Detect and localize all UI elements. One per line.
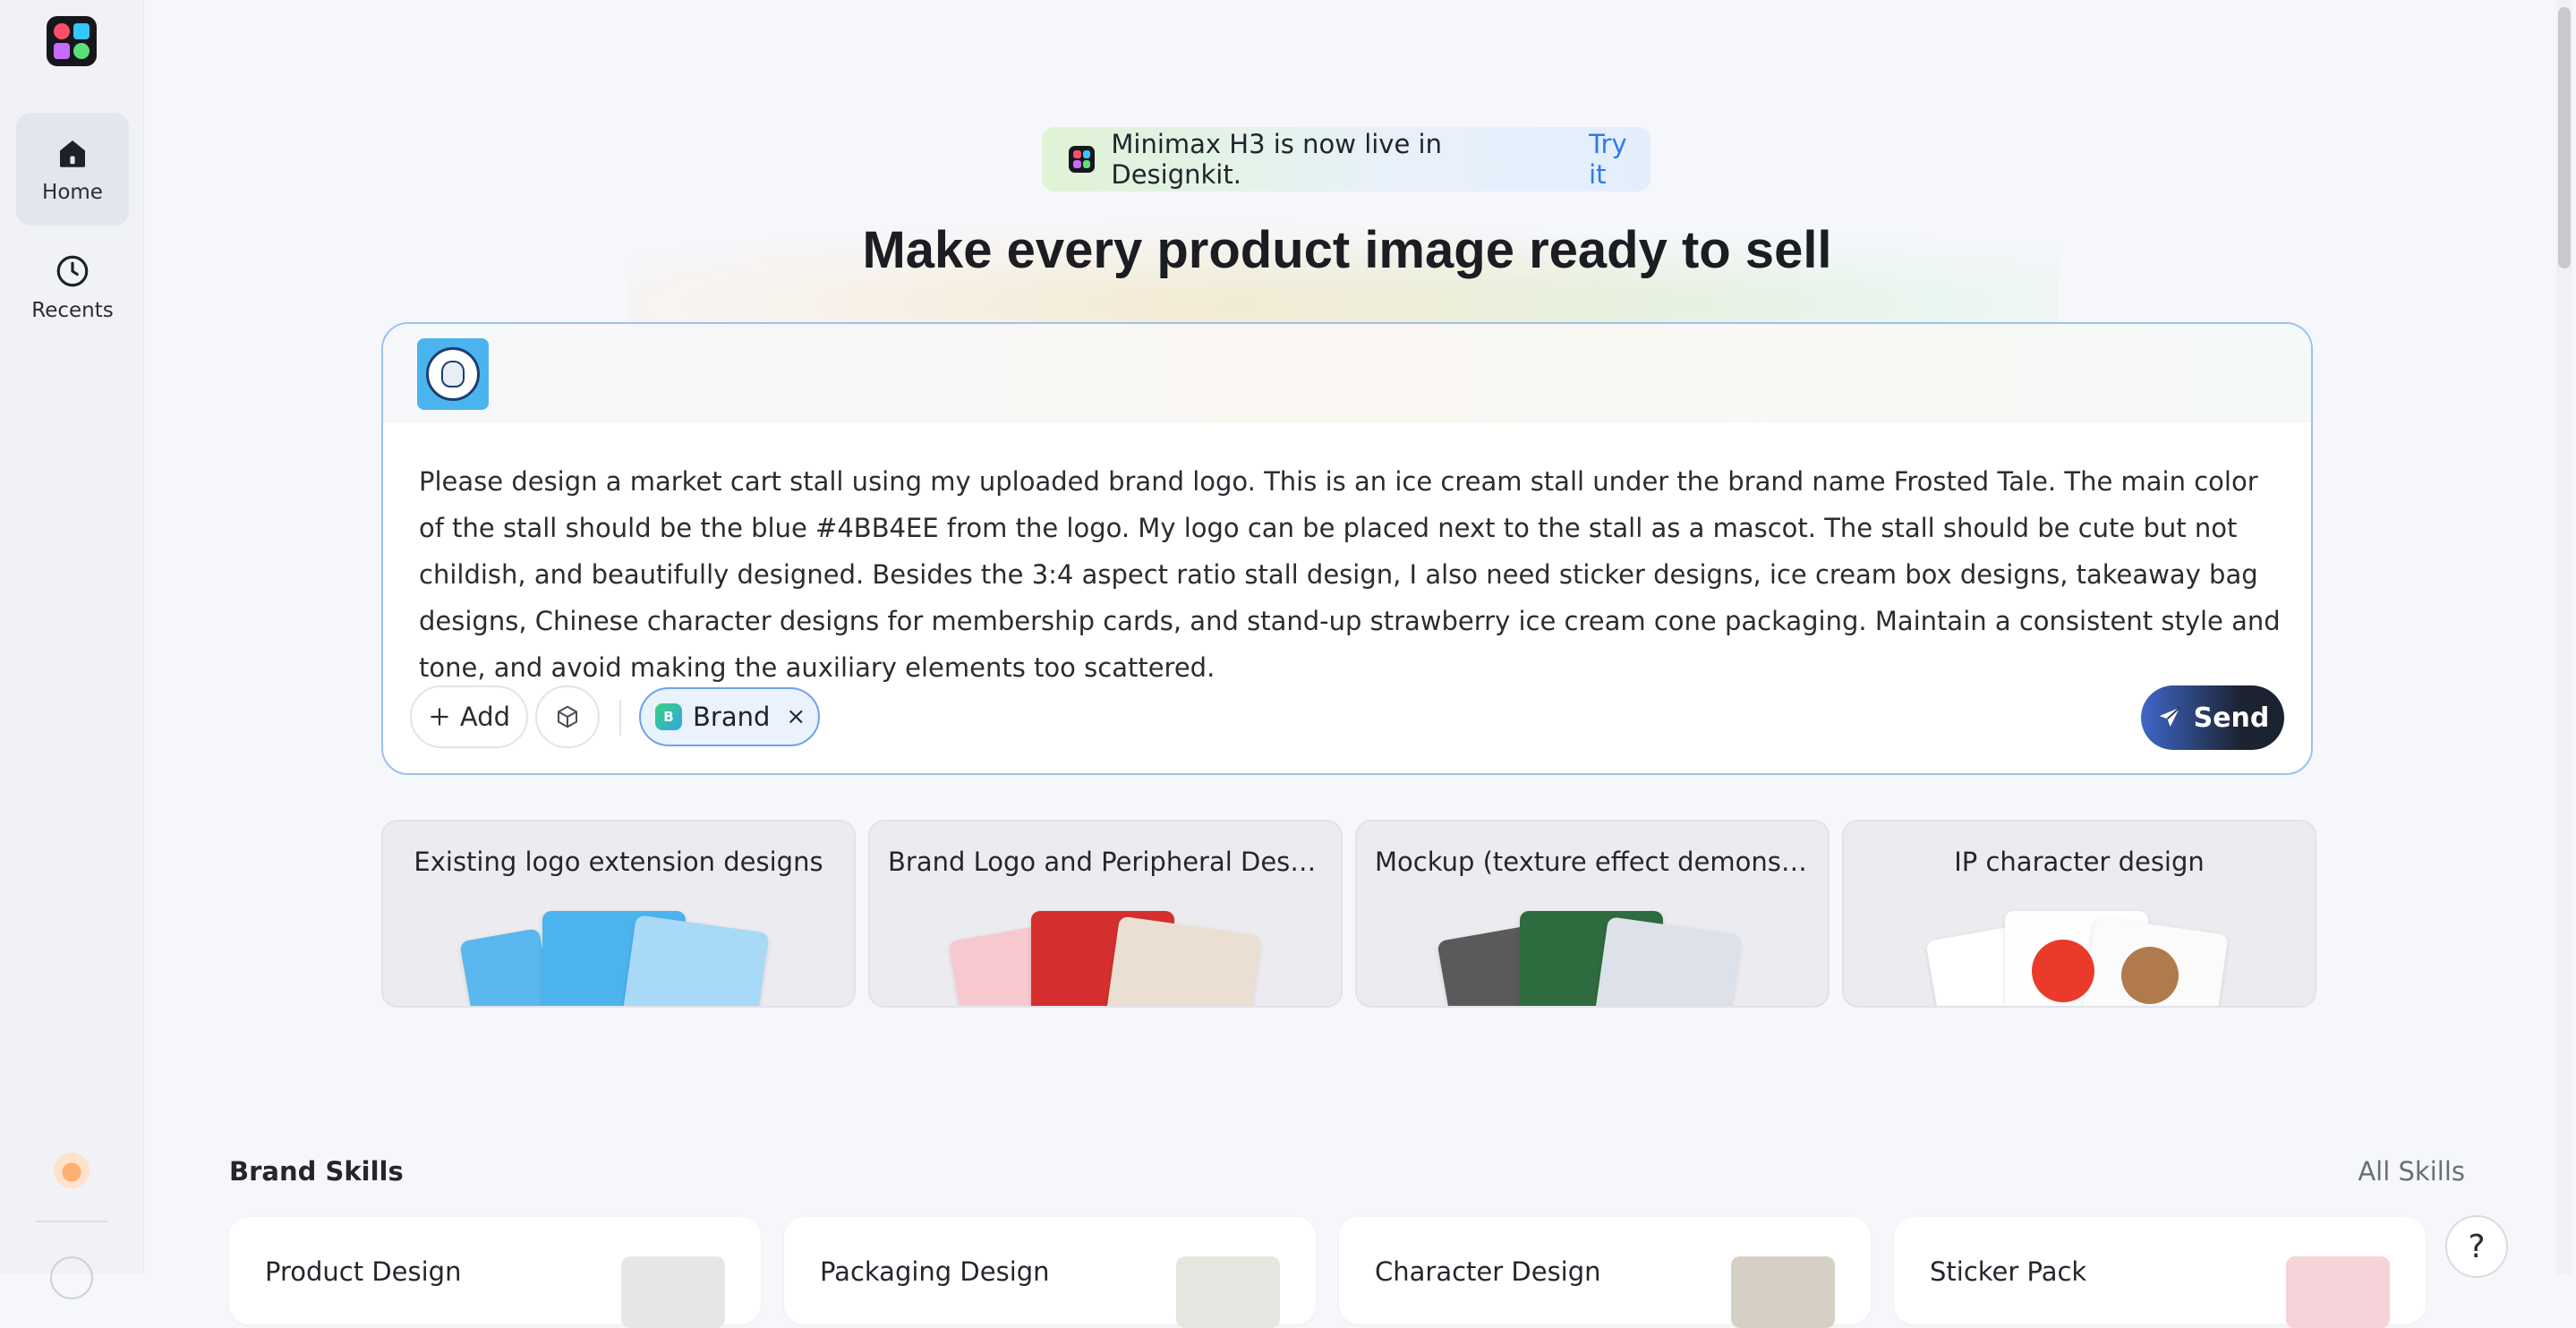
template-preview-image [2032,940,2094,1002]
template-preview-image [2121,947,2179,1004]
template-title: Existing logo extension designs [414,847,823,877]
send-button[interactable]: Send [2141,685,2284,750]
page-title: Make every product image ready to sell [862,221,1832,279]
model-button[interactable] [535,685,600,748]
template-card-brand-logo[interactable]: Brand Logo and Peripheral Design [868,820,1343,1008]
announcement-banner: Minimax H3 is now live in Designkit. Try… [1042,127,1651,192]
skill-card-packaging-design[interactable]: Packaging Design [784,1217,1316,1328]
all-skills-link[interactable]: All Skills [2358,1156,2465,1187]
attachment-strip [383,324,2311,422]
paper-plane-icon [2159,707,2180,727]
prompt-input[interactable]: Please design a market cart stall using … [419,458,2281,691]
sidebar-item-recents[interactable]: Recents [16,231,129,344]
designkit-logo-icon [1069,146,1096,173]
skill-name: Sticker Pack [1930,1256,2087,1287]
avatar[interactable] [50,1256,93,1299]
template-preview-image [1593,916,1742,1006]
prompt-composer: Please design a market cart stall using … [381,322,2313,775]
template-title: Mockup (texture effect demonstr... [1375,847,1825,877]
template-title: IP character design [1954,847,2205,877]
brand-chip-label: Brand [693,702,771,732]
add-label: Add [459,702,511,732]
skill-name: Product Design [265,1256,462,1287]
template-preview-image [621,915,770,1006]
sidebar-item-label: Recents [31,299,114,322]
sidebar-item-label: Home [42,181,103,204]
plus-icon [431,708,448,726]
template-card-mockup[interactable]: Mockup (texture effect demonstr... [1355,820,1830,1008]
toolbar-divider [619,700,621,736]
add-button[interactable]: Add [410,685,528,748]
close-icon[interactable]: × [786,703,806,730]
template-card-logo-extension[interactable]: Existing logo extension designs [381,820,856,1008]
uploaded-logo-thumbnail[interactable] [417,338,489,410]
skill-card-character-design[interactable]: Character Design [1339,1217,1871,1328]
app-logo[interactable] [47,16,97,66]
send-label: Send [2193,702,2270,734]
skill-card-product-design[interactable]: Product Design [229,1217,761,1328]
template-preview-image [1105,915,1262,1006]
skill-thumbnail [1176,1256,1280,1328]
skill-thumbnail [1731,1256,1835,1328]
help-button[interactable]: ? [2445,1215,2508,1278]
skill-thumbnail [621,1256,725,1328]
credits-icon[interactable] [54,1153,90,1188]
announcement-text: Minimax H3 is now live in Designkit. [1111,129,1442,190]
template-preview-image [459,928,556,1006]
skill-name: Packaging Design [820,1256,1050,1287]
brand-chip[interactable]: B Brand × [639,687,820,746]
clock-icon [56,255,89,287]
template-title: Brand Logo and Peripheral Design [888,847,1331,877]
scrollbar-thumb[interactable] [2558,7,2571,268]
sidebar-divider [36,1221,107,1222]
sidebar: Home Recents [0,0,144,1299]
composer-toolbar: Add B Brand × Send [410,685,2284,750]
skill-card-sticker-pack[interactable]: Sticker Pack [1894,1217,2426,1328]
home-icon [60,140,85,167]
section-title-brand-skills: Brand Skills [229,1156,404,1187]
brand-icon: B [655,703,682,730]
skill-name: Character Design [1375,1256,1601,1287]
sidebar-item-home[interactable]: Home [16,113,129,226]
try-it-link[interactable]: Try it [1589,129,1651,190]
template-card-ip-character[interactable]: IP character design [1842,820,2316,1008]
cube-icon [558,705,577,728]
skill-thumbnail [2286,1256,2390,1328]
